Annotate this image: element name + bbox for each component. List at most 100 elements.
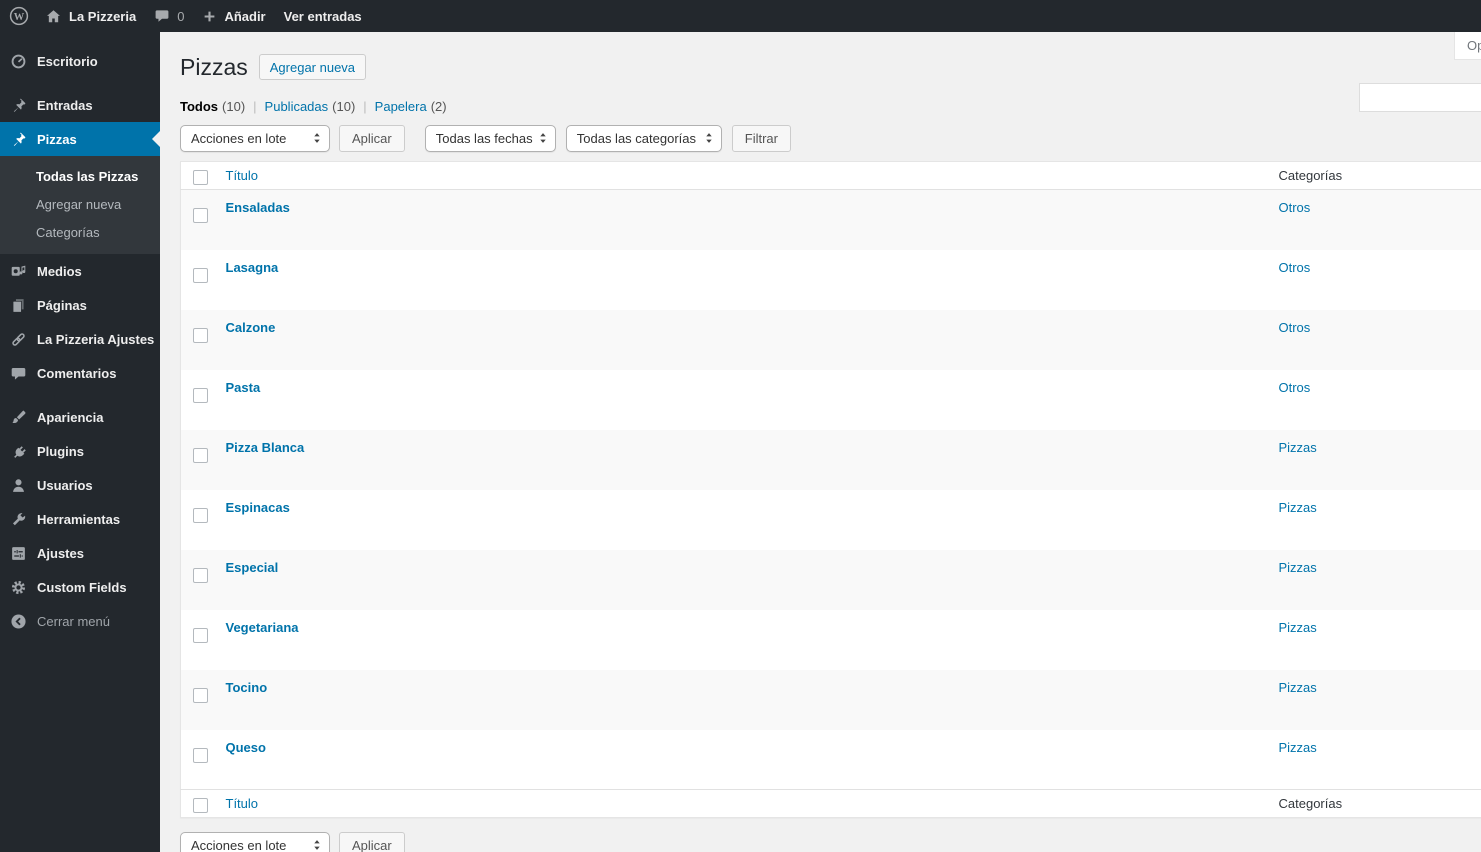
wordpress-menu-item[interactable]: W	[0, 0, 36, 32]
comment-icon	[8, 363, 28, 383]
column-header-categorias: Categorías	[1278, 168, 1343, 183]
screen-options-tab[interactable]: Opciones de pantalla	[1454, 32, 1481, 60]
post-title-link[interactable]: Ensaladas	[226, 200, 290, 215]
site-name-menu-item[interactable]: La Pizzeria	[36, 0, 145, 32]
post-title-link[interactable]: Lasagna	[226, 260, 279, 275]
category-link[interactable]: Otros	[1279, 380, 1311, 395]
post-title-link[interactable]: Tocino	[226, 680, 268, 695]
media-icon	[8, 261, 28, 281]
apply-button-bottom[interactable]: Aplicar	[339, 831, 405, 852]
category-link[interactable]: Pizzas	[1279, 500, 1317, 515]
row-checkbox[interactable]	[193, 387, 208, 403]
settings-icon	[8, 543, 28, 563]
sidebar-item-pizzas[interactable]: Pizzas	[0, 122, 160, 156]
screen-options-label: Opciones de pantalla	[1467, 38, 1481, 53]
search-input[interactable]	[1359, 83, 1481, 112]
sidebar-item-escritorio[interactable]: Escritorio	[0, 44, 160, 78]
select-all-checkbox[interactable]	[193, 170, 208, 185]
category-link[interactable]: Pizzas	[1279, 740, 1317, 755]
sidebar-item-paginas[interactable]: Páginas	[0, 288, 160, 322]
post-title-link[interactable]: Especial	[226, 560, 279, 575]
filter-link-todos[interactable]: Todos (10)	[180, 99, 245, 114]
row-checkbox[interactable]	[193, 507, 208, 523]
post-title-link[interactable]: Pizza Blanca	[226, 440, 305, 455]
sidebar-item-ajustes[interactable]: Ajustes	[0, 536, 160, 570]
filter-label: Publicadas	[264, 99, 329, 114]
bulk-actions-select-bottom[interactable]: Acciones en lote	[180, 831, 330, 852]
sidebar-item-label: Ajustes	[37, 545, 84, 561]
select-all-checkbox[interactable]	[193, 798, 208, 813]
sidebar-item-usuarios[interactable]: Usuarios	[0, 468, 160, 502]
sidebar-item-entradas[interactable]: Entradas	[0, 88, 160, 122]
add-new-button[interactable]: Agregar nueva	[258, 54, 367, 80]
apply-button[interactable]: Aplicar	[339, 124, 405, 152]
post-title-link[interactable]: Espinacas	[226, 500, 290, 515]
bulk-actions-select[interactable]: Acciones en lote	[180, 124, 330, 152]
column-header-titulo[interactable]: Título	[226, 168, 259, 183]
sidebar-item-label: Herramientas	[37, 511, 121, 527]
new-content-menu-item[interactable]: Añadir	[193, 0, 274, 32]
sidebar-item-apariencia[interactable]: Apariencia	[0, 400, 160, 434]
row-checkbox[interactable]	[193, 208, 208, 223]
filter-count: (10)	[332, 99, 356, 114]
sidebar-item-medios[interactable]: Medios	[0, 254, 160, 288]
home-icon	[45, 8, 62, 25]
filter-link-papelera[interactable]: Papelera (2)	[375, 99, 447, 114]
table-row: Espinacas Pizzas	[181, 490, 1481, 550]
submenu-item-todas-las-pizzas[interactable]: Todas las Pizzas	[0, 163, 160, 191]
category-link[interactable]: Pizzas	[1279, 620, 1317, 635]
select-arrows-icon	[702, 130, 716, 146]
post-title-link[interactable]: Pasta	[226, 380, 261, 395]
post-title-link[interactable]: Queso	[226, 740, 266, 755]
row-checkbox[interactable]	[193, 327, 208, 343]
collapse-arrow-icon	[8, 611, 28, 631]
comments-bubble-icon	[154, 8, 170, 24]
status-filter-links: Todos (10) | Publicadas (10) | Papelera (2)	[180, 99, 1481, 114]
category-link[interactable]: Pizzas	[1279, 560, 1317, 575]
sidebar-item-label: La Pizzeria Ajustes	[37, 331, 155, 347]
column-footer-titulo[interactable]: Título	[226, 796, 259, 811]
category-link[interactable]: Pizzas	[1279, 680, 1317, 695]
sidebar-item-plugins[interactable]: Plugins	[0, 434, 160, 468]
category-link[interactable]: Pizzas	[1279, 440, 1317, 455]
sidebar-item-comentarios[interactable]: Comentarios	[0, 356, 160, 390]
post-title-link[interactable]: Vegetariana	[226, 620, 299, 635]
filter-link-publicadas[interactable]: Publicadas (10)	[265, 99, 356, 114]
tablenav-bottom: Acciones en lote Aplicar	[180, 831, 1481, 852]
category-link[interactable]: Otros	[1279, 320, 1311, 335]
comments-menu-item[interactable]: 0	[145, 0, 193, 32]
row-checkbox[interactable]	[193, 447, 208, 463]
filter-count: (2)	[430, 99, 447, 114]
category-link[interactable]: Otros	[1279, 200, 1311, 215]
sidebar-item-label: Cerrar menú	[37, 613, 110, 629]
table-footer-row: Título Categorías	[180, 789, 1481, 818]
wrench-icon	[8, 509, 28, 529]
sidebar-item-la-pizzeria-ajustes[interactable]: La Pizzeria Ajustes	[0, 322, 160, 356]
row-checkbox[interactable]	[193, 687, 208, 703]
sidebar-item-herramientas[interactable]: Herramientas	[0, 502, 160, 536]
select-arrows-icon	[310, 130, 324, 146]
sidebar-item-label: Apariencia	[37, 409, 104, 425]
row-checkbox[interactable]	[193, 747, 208, 763]
table-header-row: Título Categorías	[180, 161, 1481, 190]
table-row: Pizza Blanca Pizzas	[180, 429, 1481, 490]
submenu-item-agregar-nueva[interactable]: Agregar nueva	[0, 191, 160, 219]
view-posts-menu-item[interactable]: Ver entradas	[275, 0, 371, 32]
row-checkbox[interactable]	[193, 267, 208, 283]
categories-filter-label: Todas las categorías	[576, 130, 696, 146]
filter-button[interactable]: Filtrar	[731, 124, 791, 152]
filter-separator: |	[253, 99, 257, 114]
sidebar-item-label: Usuarios	[37, 477, 93, 493]
sidebar-item-cerrar-menu[interactable]: Cerrar menú	[0, 604, 160, 638]
categories-filter-select[interactable]: Todas las categorías	[565, 124, 722, 152]
gear-icon	[8, 577, 28, 597]
row-checkbox[interactable]	[193, 627, 208, 643]
row-checkbox[interactable]	[193, 567, 208, 583]
submenu-item-categorias[interactable]: Categorías	[0, 219, 160, 247]
dashboard-icon	[8, 51, 28, 71]
post-title-link[interactable]: Calzone	[226, 320, 276, 335]
pin-icon	[8, 129, 28, 149]
category-link[interactable]: Otros	[1279, 260, 1311, 275]
sidebar-item-custom-fields[interactable]: Custom Fields	[0, 570, 160, 604]
dates-filter-select[interactable]: Todas las fechas	[424, 124, 556, 152]
